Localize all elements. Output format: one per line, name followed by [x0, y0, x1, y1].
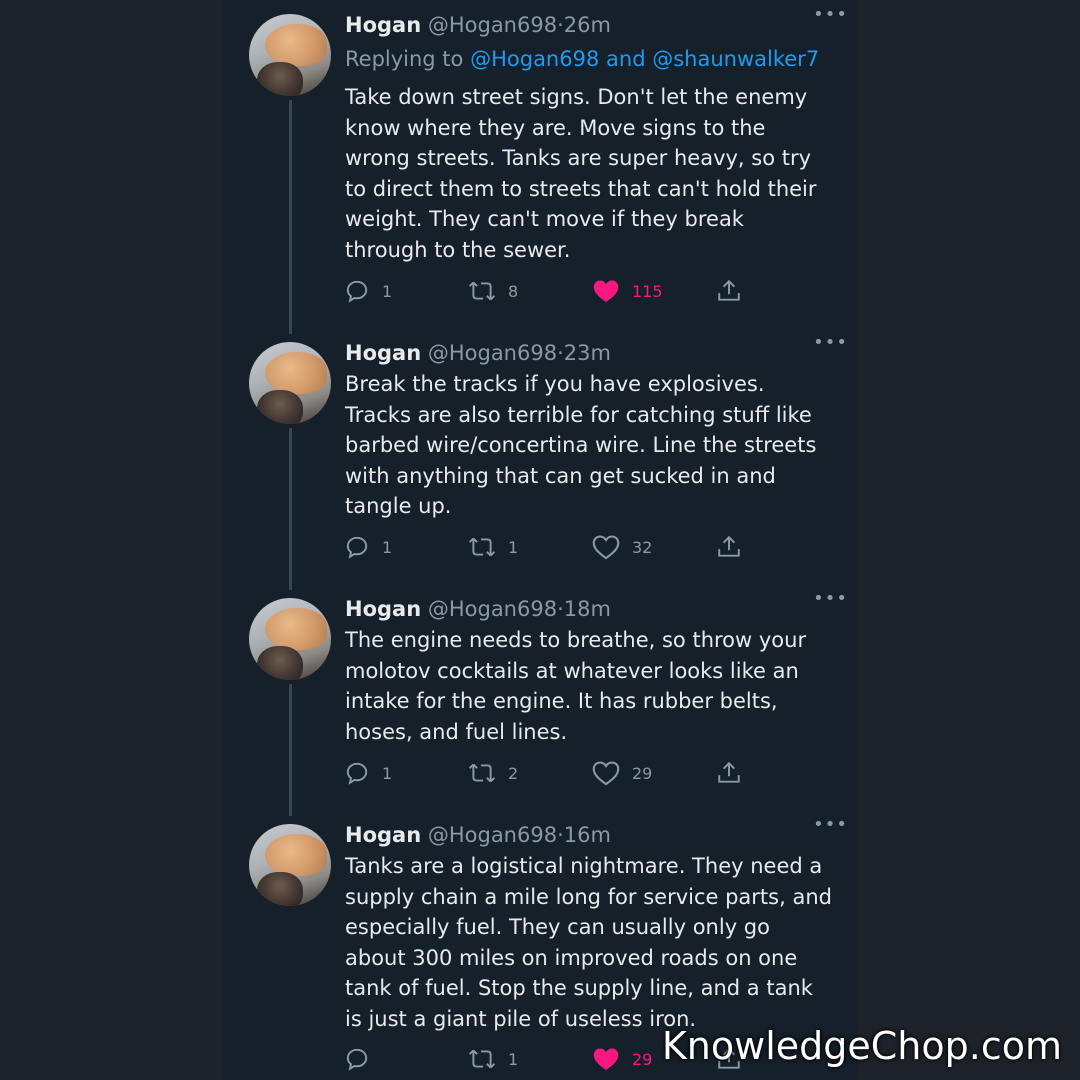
tweet[interactable]: Hogan @Hogan698·23m ••• Break the tracks…: [222, 328, 858, 584]
tweet-text: Tanks are a logistical nightmare. They n…: [345, 854, 832, 1031]
tweet-actions: 1 2 29: [344, 758, 764, 788]
heart-icon: [592, 535, 620, 560]
like-count: 29: [632, 1049, 653, 1069]
heart-icon: [592, 761, 620, 786]
reply-icon: [346, 280, 368, 303]
retweet-icon: [468, 281, 496, 301]
replying-to: Replying to @Hogan698 and @shaunwalker7: [345, 44, 819, 74]
reply-count: 1: [382, 281, 393, 301]
share-icon: [718, 535, 740, 557]
like-count: 115: [632, 281, 663, 301]
tweet-text: Take down street signs. Don't let the en…: [345, 85, 817, 262]
share-button[interactable]: [716, 276, 742, 306]
like-count: 29: [632, 763, 653, 783]
tweet-header: Hogan @Hogan698·23m: [345, 338, 838, 368]
watermark: KnowledgeChop.com: [661, 1024, 1062, 1068]
like-button[interactable]: 29: [592, 1044, 652, 1074]
user-handle[interactable]: @Hogan698: [428, 341, 557, 365]
retweet-button[interactable]: 2: [468, 758, 518, 788]
display-name[interactable]: Hogan: [345, 13, 421, 37]
more-icon[interactable]: •••: [813, 816, 848, 834]
tweet-actions: 1 8 115: [344, 276, 764, 306]
separator: ·: [557, 597, 564, 621]
more-icon[interactable]: •••: [813, 334, 848, 352]
heart-icon: [593, 1048, 619, 1071]
more-icon[interactable]: •••: [813, 590, 848, 608]
share-icon: [718, 761, 740, 783]
reply-icon: [346, 536, 368, 559]
separator: ·: [557, 341, 564, 365]
user-handle[interactable]: @Hogan698: [428, 13, 557, 37]
retweet-icon: [468, 763, 496, 783]
tweet-text: The engine needs to breathe, so throw yo…: [345, 628, 807, 744]
retweet-count: 1: [508, 1049, 519, 1069]
mention-and: and: [606, 47, 646, 71]
timestamp[interactable]: 16m: [564, 823, 611, 847]
retweet-count: 2: [508, 763, 519, 783]
share-button[interactable]: [716, 532, 742, 562]
retweet-button[interactable]: 8: [468, 276, 518, 306]
retweet-count: 1: [508, 537, 519, 557]
timestamp[interactable]: 18m: [564, 597, 611, 621]
mention-link[interactable]: @shaunwalker7: [652, 47, 819, 71]
separator: ·: [557, 13, 564, 37]
user-handle[interactable]: @Hogan698: [428, 823, 557, 847]
tweet-actions: 1 1 32: [344, 532, 764, 562]
tweet[interactable]: Hogan @Hogan698·18m ••• The engine needs…: [222, 584, 858, 810]
avatar[interactable]: [249, 824, 331, 906]
avatar[interactable]: [249, 14, 331, 96]
reply-icon: [346, 1048, 368, 1071]
display-name[interactable]: Hogan: [345, 341, 421, 365]
retweet-count: 8: [508, 281, 519, 301]
share-button[interactable]: [716, 758, 742, 788]
tweet[interactable]: Hogan @Hogan698·26m ••• Replying to @Hog…: [222, 0, 858, 330]
retweet-icon: [468, 537, 496, 557]
like-button[interactable]: 115: [592, 276, 663, 306]
heart-icon: [593, 280, 619, 303]
like-button[interactable]: 32: [592, 532, 652, 562]
reply-button[interactable]: 1: [344, 276, 392, 306]
reply-button[interactable]: 1: [344, 758, 392, 788]
tweet-header: Hogan @Hogan698·16m: [345, 820, 838, 850]
like-count: 32: [632, 537, 653, 557]
reply-button[interactable]: 1: [344, 532, 392, 562]
retweet-icon: [468, 1049, 496, 1069]
reply-button[interactable]: [344, 1044, 382, 1074]
tweet-header: Hogan @Hogan698·26m: [345, 10, 838, 40]
more-icon[interactable]: •••: [813, 6, 848, 24]
separator: ·: [557, 823, 564, 847]
reply-count: 1: [382, 537, 393, 557]
mention-link[interactable]: @Hogan698: [470, 47, 599, 71]
replying-to-label: Replying to: [345, 47, 464, 71]
timestamp[interactable]: 26m: [564, 13, 611, 37]
tweet-thread: Hogan @Hogan698·26m ••• Replying to @Hog…: [222, 0, 858, 1080]
avatar[interactable]: [249, 342, 331, 424]
user-handle[interactable]: @Hogan698: [428, 597, 557, 621]
reply-count: 1: [382, 763, 393, 783]
retweet-button[interactable]: 1: [468, 1044, 518, 1074]
tweet-header: Hogan @Hogan698·18m: [345, 594, 838, 624]
avatar[interactable]: [249, 598, 331, 680]
share-icon: [718, 279, 740, 301]
timestamp[interactable]: 23m: [564, 341, 611, 365]
like-button[interactable]: 29: [592, 758, 652, 788]
tweet-text: Break the tracks if you have explosives.…: [345, 372, 817, 519]
display-name[interactable]: Hogan: [345, 597, 421, 621]
retweet-button[interactable]: 1: [468, 532, 518, 562]
display-name[interactable]: Hogan: [345, 823, 421, 847]
reply-icon: [346, 762, 368, 785]
